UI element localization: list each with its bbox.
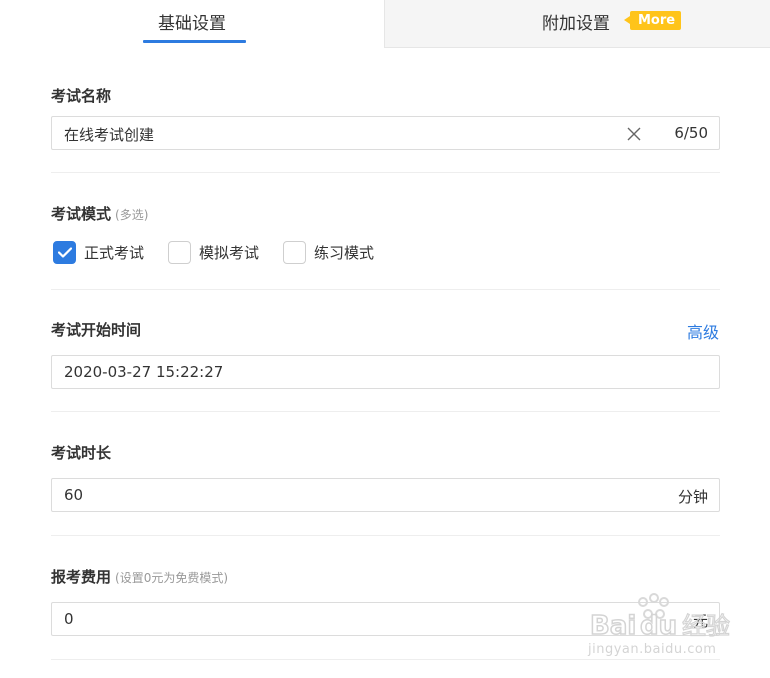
exam-name-input[interactable]: 在线考试创建 6/50 [51, 116, 720, 150]
tab-extra-settings[interactable]: 附加设置 More [384, 0, 770, 48]
start-time-label: 考试开始时间 [51, 319, 141, 340]
fee-note: (设置0元为免费模式) [115, 571, 229, 585]
baidu-logo-icon: Bai du 经验 [589, 593, 731, 642]
svg-text:Bai: Bai [590, 611, 636, 641]
start-time-label-text: 考试开始时间 [51, 321, 142, 339]
settings-tabs: 基础设置 附加设置 More [0, 0, 770, 48]
start-time-value: 2020-03-27 15:22:27 [64, 363, 224, 381]
duration-label: 考试时长 [51, 442, 111, 463]
fee-value: 0 [64, 610, 74, 628]
section-divider [51, 289, 720, 290]
fee-label: 报考费用 (设置0元为免费模式) [51, 566, 228, 587]
advanced-settings-link[interactable]: 高级 [687, 319, 719, 343]
exam-name-label-text: 考试名称 [51, 87, 112, 105]
exam-mode-option-label: 模拟考试 [199, 244, 260, 262]
tab-basic-settings-label: 基础设置 [158, 14, 226, 34]
exam-name-label: 考试名称 [51, 85, 111, 106]
checkbox-unchecked[interactable] [168, 241, 191, 264]
section-divider [51, 172, 720, 173]
baidu-jingyan-watermark: Bai du 经验 jingyan.baidu.com [588, 592, 738, 662]
duration-unit: 分钟 [677, 488, 708, 506]
more-badge: More [623, 11, 682, 30]
exam-settings-page: 基础设置 附加设置 More 考试名称 在线考试创建 6/50 考试模式 (多选) [0, 0, 770, 678]
section-divider [51, 535, 720, 536]
checkbox-checked[interactable] [53, 241, 76, 264]
checkmark-icon [58, 247, 72, 258]
exam-name-value: 在线考试创建 [64, 126, 155, 144]
watermark-url: jingyan.baidu.com [588, 642, 717, 657]
svg-text:du: du [640, 611, 677, 641]
duration-label-text: 考试时长 [51, 444, 112, 462]
checkbox-unchecked[interactable] [283, 241, 306, 264]
exam-mode-option-label: 正式考试 [84, 244, 145, 262]
fee-label-text: 报考费用 [51, 568, 112, 586]
close-icon[interactable] [626, 126, 642, 142]
duration-input[interactable]: 60 分钟 [51, 478, 720, 512]
start-time-input[interactable]: 2020-03-27 15:22:27 [51, 355, 720, 389]
active-tab-indicator [143, 40, 246, 43]
tab-extra-settings-label: 附加设置 [542, 14, 610, 34]
exam-mode-option-label: 练习模式 [314, 244, 375, 262]
exam-name-char-counter: 6/50 [674, 124, 708, 142]
section-divider [51, 411, 720, 412]
exam-mode-label: 考试模式 (多选) [51, 203, 148, 224]
duration-value: 60 [64, 486, 84, 504]
exam-mode-note: (多选) [115, 208, 149, 222]
svg-text:经验: 经验 [682, 612, 730, 640]
exam-mode-label-text: 考试模式 [51, 205, 112, 223]
